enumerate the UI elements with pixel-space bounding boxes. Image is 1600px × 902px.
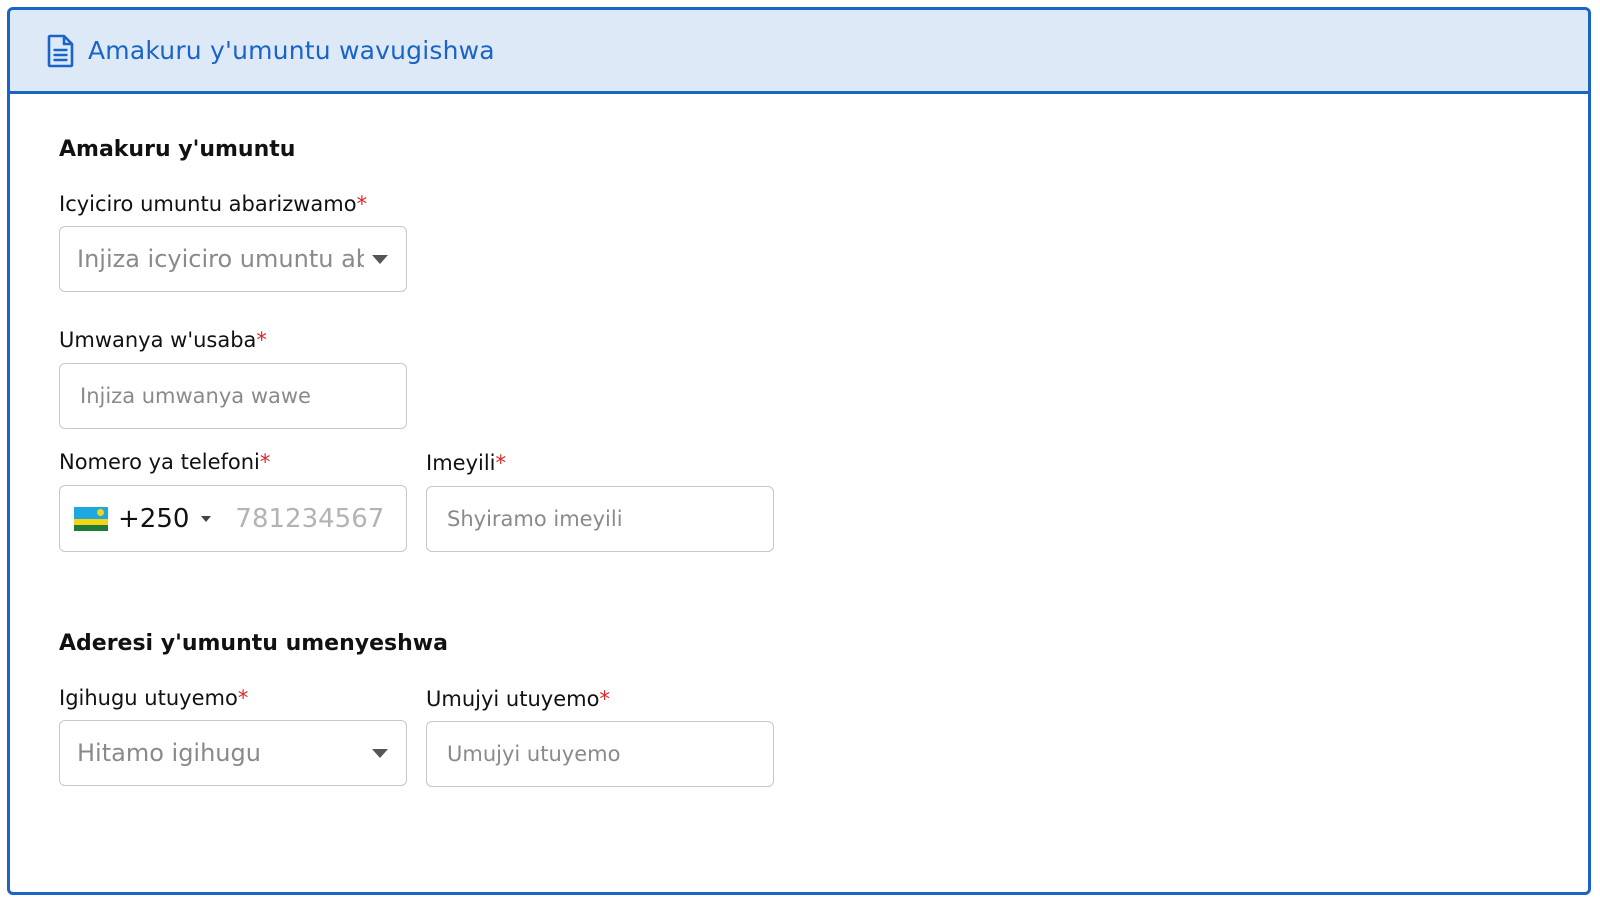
phone-label-text: Nomero ya telefoni bbox=[59, 450, 260, 474]
country-select[interactable]: Hitamo igihugu bbox=[59, 720, 407, 786]
chevron-down-icon bbox=[372, 748, 388, 758]
required-mark: * bbox=[599, 687, 610, 711]
city-label: Umujyi utuyemo* bbox=[426, 687, 610, 711]
city-label-text: Umujyi utuyemo bbox=[426, 687, 600, 711]
country-label-text: Igihugu utuyemo bbox=[59, 686, 238, 710]
email-label: Imeyili* bbox=[426, 451, 506, 475]
panel-header: Amakuru y'umuntu wavugishwa bbox=[10, 10, 1588, 94]
position-placeholder: Injiza umwanya wawe bbox=[80, 384, 311, 408]
country-placeholder: Hitamo igihugu bbox=[77, 739, 261, 767]
panel-title: Amakuru y'umuntu wavugishwa bbox=[88, 36, 495, 65]
phone-label: Nomero ya telefoni* bbox=[59, 450, 270, 474]
rwanda-flag-icon[interactable] bbox=[74, 506, 108, 531]
phone-number-placeholder: 781234567 bbox=[235, 503, 385, 534]
contact-level-label-text: Icyiciro umuntu abarizwamo bbox=[59, 192, 357, 216]
required-mark: * bbox=[259, 450, 271, 474]
position-label-text: Umwanya w'usaba bbox=[59, 328, 257, 352]
city-placeholder: Umujyi utuyemo bbox=[447, 742, 621, 766]
contact-level-placeholder: Injiza icyiciro umuntu ab bbox=[77, 245, 364, 273]
contact-level-label: Icyiciro umuntu abarizwamo* bbox=[59, 192, 367, 216]
contact-level-select[interactable]: Injiza icyiciro umuntu ab bbox=[59, 226, 407, 292]
contact-info-panel: Amakuru y'umuntu wavugishwa Amakuru y'um… bbox=[7, 7, 1591, 895]
position-input[interactable]: Injiza umwanya wawe bbox=[59, 363, 407, 429]
email-label-text: Imeyili bbox=[426, 451, 496, 475]
required-mark: * bbox=[495, 451, 507, 475]
required-mark: * bbox=[237, 686, 249, 710]
position-label: Umwanya w'usaba* bbox=[59, 328, 267, 352]
section-title-address: Aderesi y'umuntu umenyeshwa bbox=[59, 631, 448, 656]
chevron-down-icon bbox=[372, 254, 388, 264]
email-input[interactable]: Shyiramo imeyili bbox=[426, 486, 774, 552]
phone-field[interactable]: +250 781234567 bbox=[59, 485, 407, 552]
country-code-caret-icon[interactable] bbox=[201, 515, 212, 522]
country-label: Igihugu utuyemo* bbox=[59, 686, 248, 710]
section-title-personal: Amakuru y'umuntu bbox=[59, 137, 296, 162]
email-placeholder: Shyiramo imeyili bbox=[447, 507, 623, 531]
city-input[interactable]: Umujyi utuyemo bbox=[426, 721, 774, 787]
country-code[interactable]: +250 bbox=[118, 504, 189, 534]
required-mark: * bbox=[256, 328, 267, 352]
required-mark: * bbox=[356, 192, 368, 216]
document-icon bbox=[46, 34, 76, 68]
